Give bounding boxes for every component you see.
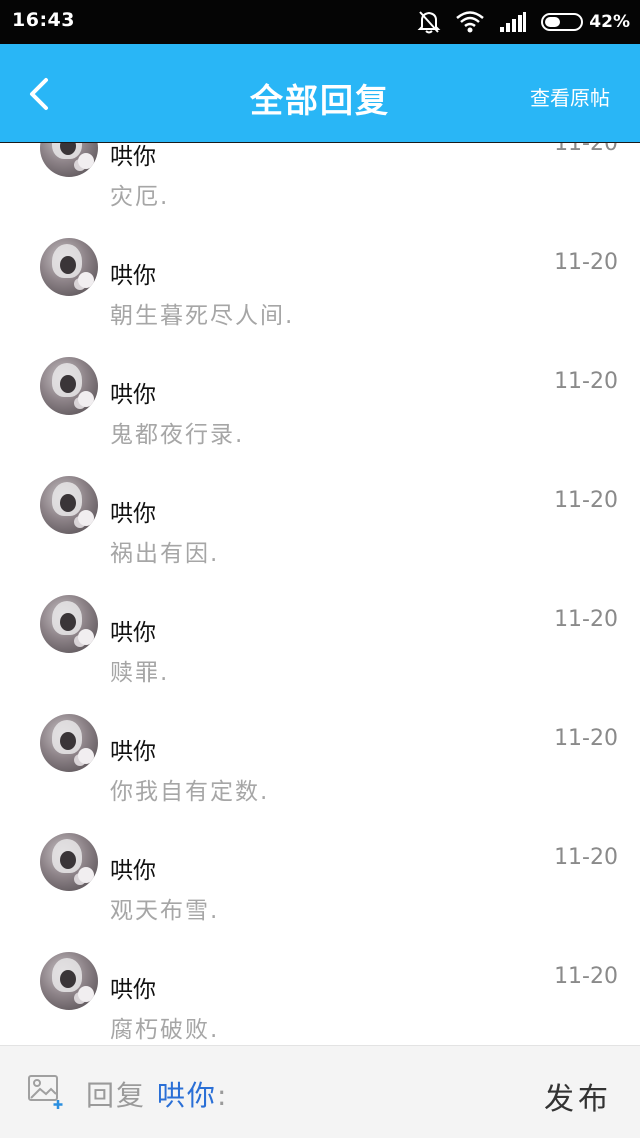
reply-date: 11-20 (554, 607, 618, 632)
reply-text: 朝生暮死尽人间. (110, 303, 295, 329)
reply-date: 11-20 (554, 845, 618, 870)
avatar-flower (78, 629, 94, 645)
reply-text: 腐朽破败. (110, 1017, 220, 1043)
status-time: 16:43 (12, 9, 75, 31)
status-bar: 16:43 42% (0, 0, 640, 44)
avatar-face (60, 613, 76, 631)
reply-date: 11-20 (554, 964, 618, 989)
reply-item[interactable]: 哄你 11-20 祸出有因. (0, 476, 640, 595)
status-icons: 42% (417, 7, 630, 37)
add-image-icon (28, 1075, 63, 1109)
reply-author-name[interactable]: 哄你 (110, 970, 156, 1004)
reply-item[interactable]: 哄你 11-20 你我自有定数. (0, 714, 640, 833)
reply-text: 赎罪. (110, 660, 170, 686)
reply-date: 11-20 (554, 488, 618, 513)
avatar-flower (78, 986, 94, 1002)
bell-off-icon (417, 9, 441, 35)
avatar[interactable] (40, 476, 98, 534)
header-bar: 全部回复 查看原帖 (0, 44, 640, 143)
avatar-flower (78, 272, 94, 288)
avatar[interactable] (40, 714, 98, 772)
avatar-flower (78, 748, 94, 764)
avatar[interactable] (40, 143, 98, 177)
reply-bar: 回复 哄你: 发布 (0, 1045, 640, 1138)
reply-date: 11-20 (554, 726, 618, 751)
avatar[interactable] (40, 952, 98, 1010)
reply-text: 你我自有定数. (110, 779, 270, 805)
reply-item[interactable]: 哄你 11-20 鬼都夜行录. (0, 357, 640, 476)
reply-text: 灾厄. (110, 184, 170, 210)
battery-icon (541, 13, 584, 31)
avatar-face (60, 732, 76, 750)
battery-fill (545, 17, 560, 27)
avatar[interactable] (40, 833, 98, 891)
reply-item[interactable]: 哄你 11-20 观天布雪. (0, 833, 640, 952)
reply-prefix: 回复 (86, 1079, 147, 1112)
reply-text: 祸出有因. (110, 541, 220, 567)
avatar[interactable] (40, 357, 98, 415)
reply-text: 鬼都夜行录. (110, 422, 245, 448)
reply-author-name[interactable]: 哄你 (110, 494, 156, 528)
add-image-button[interactable] (28, 1074, 64, 1110)
reply-suffix: : (216, 1079, 229, 1112)
reply-author-name[interactable]: 哄你 (110, 732, 156, 766)
signal-icon (499, 11, 527, 33)
view-original-button[interactable]: 查看原帖 (530, 82, 610, 111)
avatar-face (60, 851, 76, 869)
publish-button[interactable]: 发布 (544, 1074, 612, 1118)
avatar-face (60, 375, 76, 393)
avatar-face (60, 970, 76, 988)
wifi-icon (455, 10, 485, 34)
reply-list[interactable]: 哄你 11-20 灾厄. 哄你 11-20 朝生暮死尽人间. 哄你 11-20 鬼都夜行录. 哄你… (0, 143, 640, 1045)
avatar-flower (78, 867, 94, 883)
avatar-flower (78, 153, 94, 169)
reply-item[interactable]: 哄你 11-20 赎罪. (0, 595, 640, 714)
battery-percent: 42% (589, 12, 630, 32)
reply-input[interactable]: 回复 哄你: (86, 1074, 228, 1114)
reply-text: 观天布雪. (110, 898, 220, 924)
avatar-face (60, 256, 76, 274)
battery-indicator: 42% (541, 12, 630, 32)
reply-item[interactable]: 哄你 11-20 腐朽破败. (0, 952, 640, 1045)
reply-date: 11-20 (554, 369, 618, 394)
avatar-flower (78, 510, 94, 526)
avatar[interactable] (40, 595, 98, 653)
reply-author-name[interactable]: 哄你 (110, 851, 156, 885)
reply-author-name[interactable]: 哄你 (110, 613, 156, 647)
reply-author-name[interactable]: 哄你 (110, 256, 156, 290)
avatar-flower (78, 391, 94, 407)
reply-author-name[interactable]: 哄你 (110, 143, 156, 171)
avatar[interactable] (40, 238, 98, 296)
reply-date: 11-20 (554, 250, 618, 275)
reply-item[interactable]: 哄你 11-20 灾厄. (0, 143, 640, 238)
reply-author-name[interactable]: 哄你 (110, 375, 156, 409)
reply-item[interactable]: 哄你 11-20 朝生暮死尽人间. (0, 238, 640, 357)
reply-target-name: 哄你 (156, 1079, 217, 1112)
avatar-face (60, 494, 76, 512)
reply-date: 11-20 (554, 143, 618, 156)
